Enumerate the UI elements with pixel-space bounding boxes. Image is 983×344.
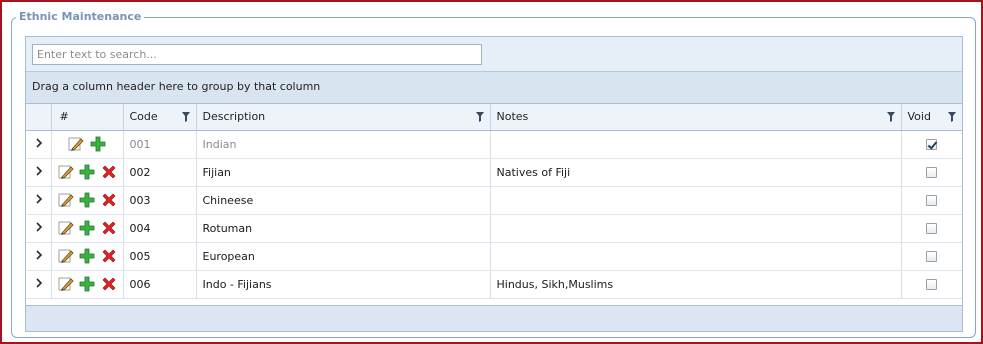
void-checkbox[interactable] (926, 279, 938, 290)
chevron-right-icon[interactable] (34, 221, 44, 232)
cell-code: 004 (123, 214, 197, 243)
cell-notes: Natives of Fiji (490, 158, 902, 187)
cell-description: European (196, 242, 491, 271)
column-header-code-label: Code (129, 110, 158, 124)
cell-notes (490, 214, 902, 243)
table-row[interactable]: 005 European (26, 242, 962, 271)
cell-notes (490, 186, 902, 215)
table-header-row: # Code Description Notes Void (26, 104, 962, 131)
plus-icon[interactable] (79, 192, 95, 208)
grid-footer (26, 305, 962, 331)
column-header-void[interactable]: Void (901, 104, 962, 131)
plus-icon[interactable] (90, 136, 106, 152)
table-row[interactable]: 001 Indian (26, 130, 962, 159)
row-actions (51, 242, 124, 271)
column-header-description[interactable]: Description (196, 104, 491, 131)
cell-description: Chineese (196, 186, 491, 215)
cell-code: 003 (123, 186, 197, 215)
cell-code: 005 (123, 242, 197, 271)
row-expander[interactable] (26, 270, 52, 299)
row-expander[interactable] (26, 158, 52, 187)
column-header-hash[interactable]: # (51, 104, 124, 131)
row-expander[interactable] (26, 130, 52, 159)
plus-icon[interactable] (79, 248, 95, 264)
delete-x-icon[interactable] (101, 220, 117, 236)
cell-void (901, 270, 962, 299)
cell-description: Indian (196, 130, 491, 159)
filter-icon[interactable] (475, 112, 484, 122)
void-checkbox[interactable] (926, 251, 938, 262)
cell-description: Indo - Fijians (196, 270, 491, 299)
row-expander[interactable] (26, 242, 52, 271)
pencil-icon[interactable] (68, 136, 84, 152)
table-row[interactable]: 004 Rotuman (26, 214, 962, 243)
filter-icon[interactable] (181, 112, 190, 122)
column-header-void-label: Void (907, 110, 931, 124)
row-actions (51, 158, 124, 187)
table-row[interactable]: 003 Chineese (26, 186, 962, 215)
row-actions (51, 186, 124, 215)
pencil-icon[interactable] (58, 248, 74, 264)
search-bar (26, 37, 962, 72)
plus-icon[interactable] (79, 276, 95, 292)
delete-x-icon[interactable] (101, 276, 117, 292)
cell-void (901, 186, 962, 215)
plus-icon[interactable] (79, 164, 95, 180)
table-row[interactable]: 006 Indo - Fijians Hindus, Sikh,Muslims (26, 270, 962, 299)
chevron-right-icon[interactable] (34, 249, 44, 260)
row-expander[interactable] (26, 186, 52, 215)
delete-x-icon[interactable] (101, 248, 117, 264)
cell-code: 001 (123, 130, 197, 159)
column-header-notes[interactable]: Notes (490, 104, 902, 131)
chevron-right-icon[interactable] (34, 165, 44, 176)
cell-void (901, 130, 962, 159)
pencil-icon[interactable] (58, 276, 74, 292)
window-frame: Ethnic Maintenance Drag a column header … (0, 0, 983, 344)
row-actions (51, 214, 124, 243)
void-checkbox[interactable] (926, 167, 938, 178)
search-input[interactable] (32, 44, 482, 65)
chevron-right-icon[interactable] (34, 277, 44, 288)
pencil-icon[interactable] (58, 220, 74, 236)
row-expander[interactable] (26, 214, 52, 243)
filter-icon[interactable] (886, 112, 895, 122)
column-header-description-label: Description (202, 110, 266, 124)
cell-description: Rotuman (196, 214, 491, 243)
cell-code: 002 (123, 158, 197, 187)
cell-void (901, 158, 962, 187)
delete-x-icon[interactable] (101, 164, 117, 180)
filter-icon[interactable] (948, 112, 956, 122)
column-header-code[interactable]: Code (123, 104, 197, 131)
cell-description: Fijian (196, 158, 491, 187)
group-by-panel[interactable]: Drag a column header here to group by th… (26, 72, 962, 104)
void-checkbox[interactable] (926, 223, 938, 234)
cell-notes: Hindus, Sikh,Muslims (490, 270, 902, 299)
delete-x-icon[interactable] (101, 192, 117, 208)
chevron-right-icon[interactable] (34, 193, 44, 204)
ethnic-table: # Code Description Notes Void 001 Indian… (26, 104, 962, 299)
table-row[interactable]: 002 Fijian Natives of Fiji (26, 158, 962, 187)
cell-void (901, 242, 962, 271)
column-header-notes-label: Notes (496, 110, 529, 124)
column-header-expander (26, 104, 52, 131)
ethnic-grid: Drag a column header here to group by th… (25, 36, 963, 332)
chevron-right-icon[interactable] (34, 137, 44, 148)
plus-icon[interactable] (79, 220, 95, 236)
row-actions (51, 270, 124, 299)
row-actions (51, 130, 124, 159)
cell-void (901, 214, 962, 243)
cell-notes (490, 130, 902, 159)
pencil-icon[interactable] (58, 164, 74, 180)
pencil-icon[interactable] (58, 192, 74, 208)
void-checkbox[interactable] (926, 139, 938, 150)
panel-title: Ethnic Maintenance (19, 10, 142, 23)
void-checkbox[interactable] (926, 195, 938, 206)
cell-notes (490, 242, 902, 271)
cell-code: 006 (123, 270, 197, 299)
